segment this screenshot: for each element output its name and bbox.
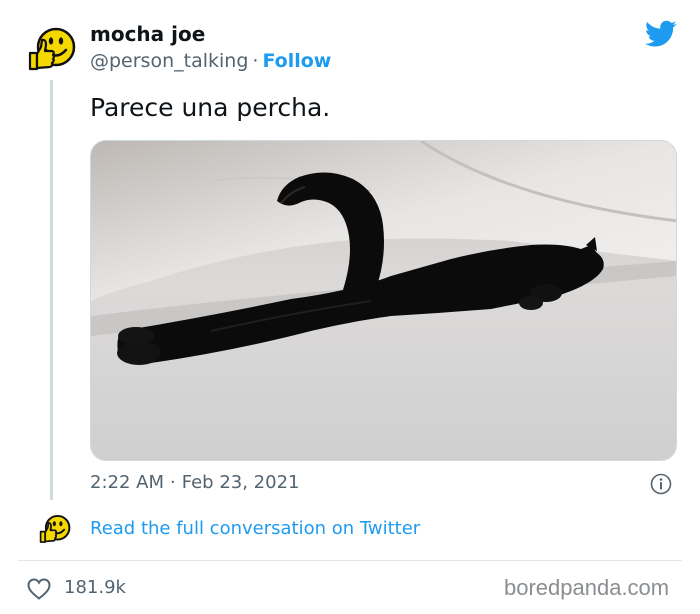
separator-dot: ·: [170, 472, 176, 493]
watermark: boredpanda.com: [504, 575, 670, 600]
like-count[interactable]: 181.9k: [64, 577, 126, 598]
tweet-timestamp[interactable]: 2:22 AM · Feb 23, 2021: [90, 472, 299, 493]
tweet-text: Parece una percha.: [90, 93, 331, 122]
read-conversation-link[interactable]: Read the full conversation on Twitter: [90, 518, 420, 539]
tweet-date: Feb 23, 2021: [181, 472, 300, 493]
separator-dot: ·: [252, 50, 259, 72]
info-icon[interactable]: [650, 473, 672, 495]
thumbs-up-smiley-icon: [39, 514, 71, 543]
author-name[interactable]: mocha joe: [90, 22, 205, 46]
handle-row: @person_talking · Follow: [90, 50, 331, 72]
tweet-photo[interactable]: [90, 140, 677, 461]
avatar-small[interactable]: [38, 511, 72, 547]
follow-button[interactable]: Follow: [262, 50, 331, 72]
author-handle[interactable]: @person_talking: [90, 50, 248, 72]
heart-icon[interactable]: [26, 577, 52, 601]
tweet-time: 2:22 AM: [90, 472, 164, 493]
twitter-bird-icon[interactable]: [645, 20, 677, 48]
thread-line: [50, 80, 53, 500]
avatar[interactable]: [26, 23, 78, 75]
thumbs-up-smiley-icon: [28, 27, 76, 71]
divider: [18, 560, 682, 561]
